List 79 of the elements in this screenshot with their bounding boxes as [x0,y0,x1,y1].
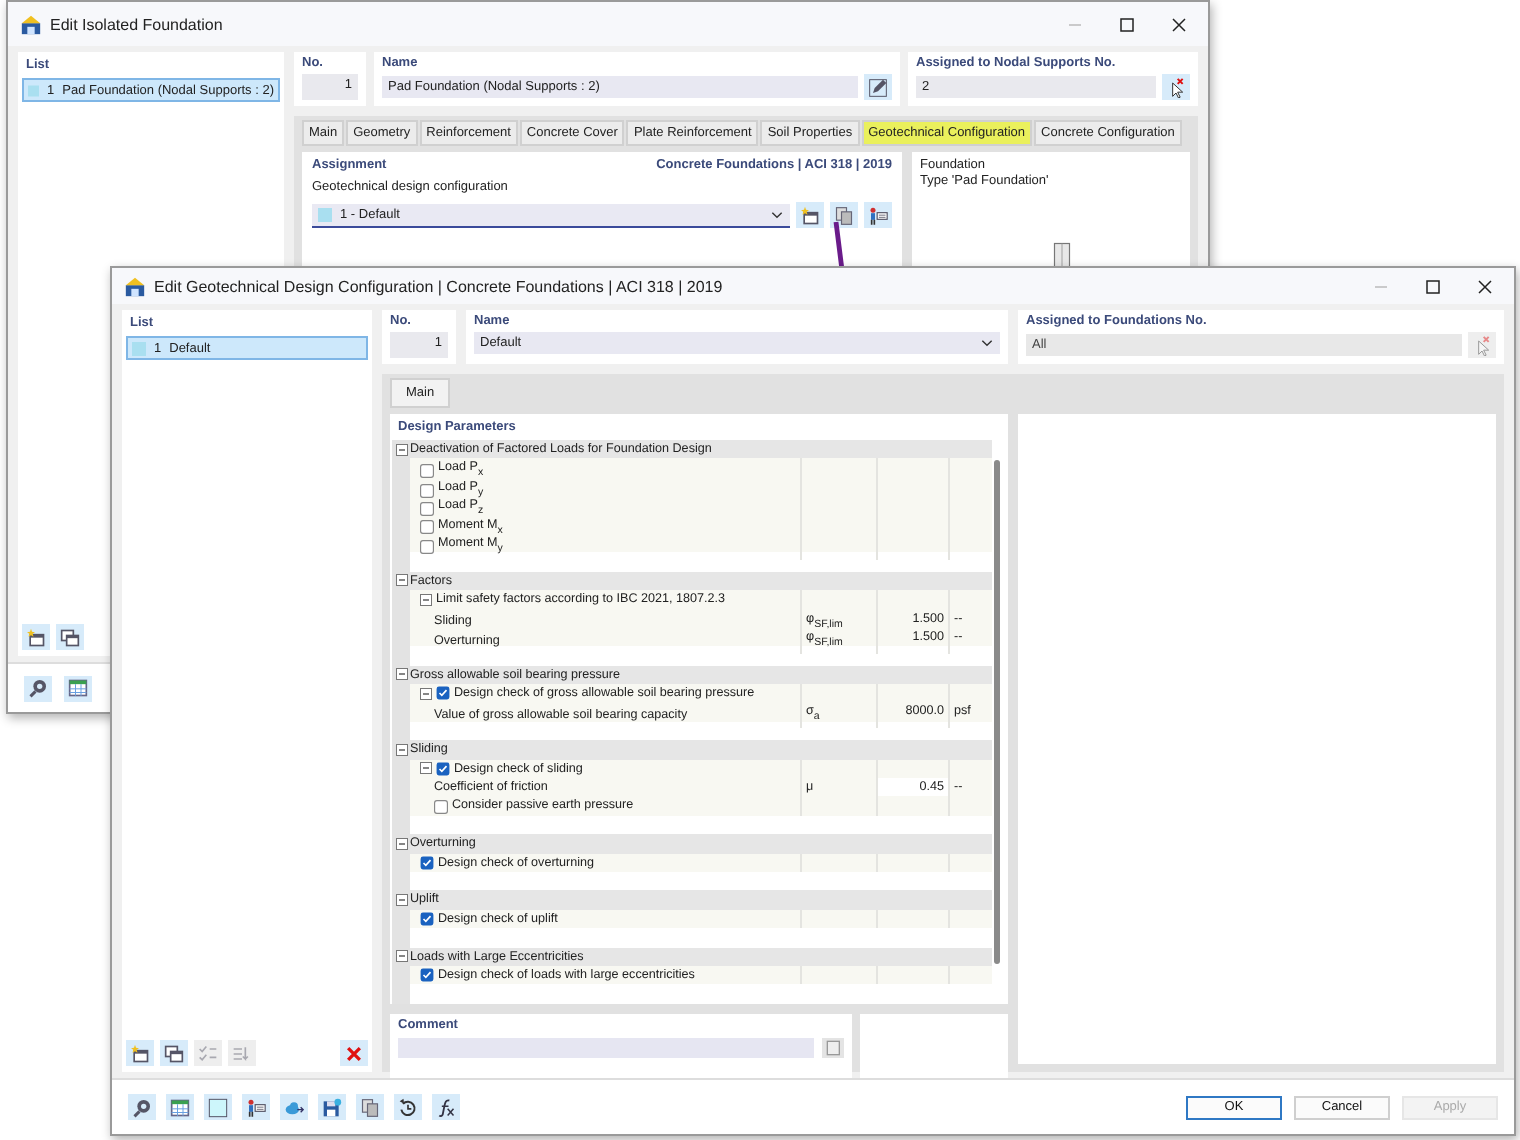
magnifier-icon [132,1097,152,1117]
window-title: Edit Geotechnical Design Configuration | Concrete Foundations | ACI 318 | 2019 [154,277,725,295]
maximize-icon [1423,277,1441,295]
checkbox[interactable] [420,464,434,479]
magnifier-icon [28,678,48,698]
window-title: Edit Isolated Foundation [50,15,225,33]
app-icon [20,13,42,35]
new-window-button[interactable] [796,202,824,228]
pointer-icon [1166,77,1186,97]
expander-icon[interactable] [395,894,407,907]
documents-icon [834,205,854,225]
person-list-icon [246,1097,266,1117]
expander-icon[interactable] [420,593,432,606]
color-swatch [318,207,332,221]
expander-icon[interactable] [395,574,407,587]
table-button[interactable] [64,675,92,701]
table-icon [68,678,88,698]
documents-icon [360,1097,380,1117]
close-icon [1169,15,1187,33]
check-list-icon [198,1043,218,1063]
new-window-button[interactable] [22,624,50,650]
copy-button[interactable] [56,624,84,650]
checkbox[interactable] [420,520,434,535]
function-button[interactable] [432,1094,460,1120]
new-window-button[interactable] [126,1040,154,1066]
color-swatch [132,341,146,355]
caret-icon [770,207,784,221]
scrollbar-thumb[interactable] [994,460,1000,964]
comment-button[interactable] [822,1037,844,1058]
expander-icon[interactable] [395,837,407,850]
maximize-icon [1117,15,1135,33]
pencil-icon [868,77,888,97]
checkbox[interactable] [420,539,434,554]
expander-icon[interactable] [395,668,407,681]
app-icon [124,275,146,297]
cloud-icon [284,1097,304,1117]
new-window-icon [800,205,820,225]
floppy-disk-button[interactable] [318,1094,346,1120]
expander-icon[interactable] [395,950,407,963]
square-button[interactable] [204,1094,232,1120]
square-icon [208,1097,228,1117]
magnifier-button[interactable] [24,675,52,701]
delete-icon [344,1043,364,1063]
copy-button[interactable] [160,1040,188,1066]
expander-icon[interactable] [420,687,432,700]
expander-icon[interactable] [420,762,432,775]
person-list-icon [868,205,888,225]
new-window-icon [26,627,46,647]
caret-icon [980,336,994,350]
checkbox[interactable] [420,502,434,516]
expander-icon[interactable] [395,443,407,456]
documents-button[interactable] [356,1094,384,1120]
sort-list-icon [232,1043,252,1063]
function-icon [436,1097,456,1117]
table-icon [170,1097,190,1117]
pointer-icon [1472,335,1492,355]
checkbox[interactable] [420,968,434,983]
checkbox[interactable] [420,483,434,498]
new-window-icon [130,1043,150,1063]
pick-button[interactable] [1162,74,1190,100]
comment-field[interactable] [398,1037,814,1058]
person-list-button[interactable] [242,1094,270,1120]
close-icon [1475,277,1493,295]
reset-button[interactable] [394,1094,422,1120]
checkbox[interactable] [434,799,448,814]
cloud-button[interactable] [280,1094,308,1120]
copy-icon [164,1043,184,1063]
reset-icon [398,1097,418,1117]
copy-icon [60,627,80,647]
expander-icon[interactable] [395,743,407,756]
color-swatch [28,83,39,97]
magnifier-button[interactable] [128,1094,156,1120]
checkbox[interactable] [420,911,434,926]
edit-button[interactable] [864,74,892,100]
select-button[interactable] [864,202,892,228]
delete-button[interactable] [340,1040,368,1066]
edit-config-button[interactable] [830,202,858,228]
document-icon [825,1039,841,1056]
table-button[interactable] [166,1094,194,1120]
